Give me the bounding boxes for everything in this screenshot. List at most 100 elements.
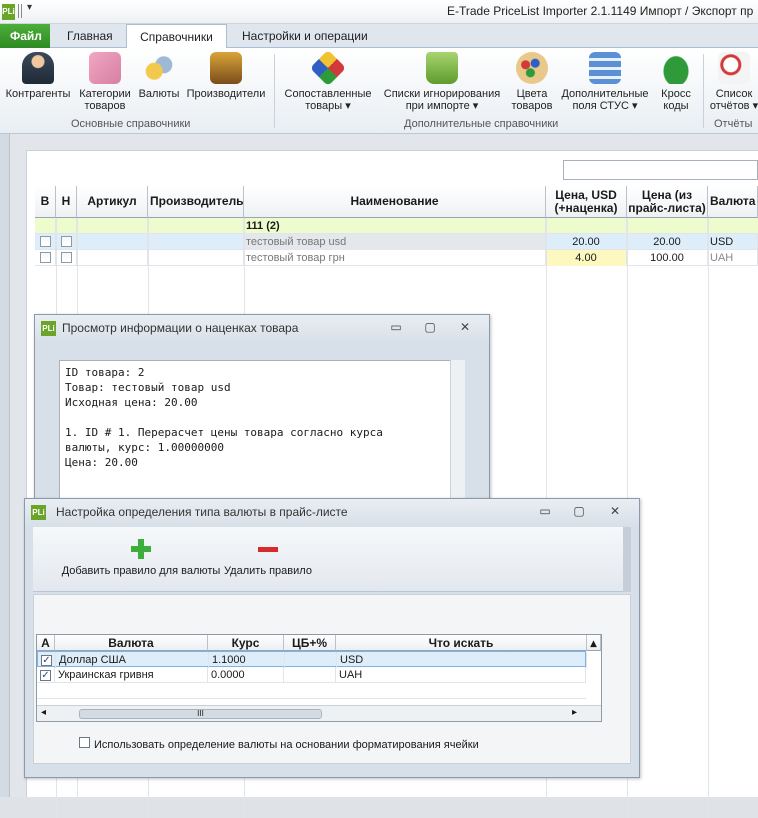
table-row[interactable]: тестовый товар usd 20.00 20.00 USD	[35, 234, 758, 250]
horizontal-scrollbar[interactable]: ◂ III ▸	[37, 705, 601, 721]
window-title: E-Trade PriceList Importer 2.1.1149 Импо…	[447, 4, 754, 18]
matched-goods-label: Сопоставленные товары ▾	[284, 88, 372, 112]
extra-fields-button[interactable]: Дополнительные поля СТУС ▾	[557, 52, 653, 112]
table-row[interactable]: ✓ Доллар США 1.1000 USD	[37, 651, 587, 668]
minimize-icon[interactable]: ▭	[535, 503, 555, 519]
cell	[35, 250, 56, 266]
toolbar-overflow[interactable]	[623, 527, 631, 592]
currency-rate[interactable]: 1.1000	[209, 652, 285, 668]
categories-button[interactable]: Категории товаров	[76, 52, 134, 112]
ribbon: Контрагенты Категории товаров Валюты Про…	[0, 48, 758, 134]
colors-button[interactable]: Цвета товаров	[509, 52, 555, 112]
manufacturers-button[interactable]: Производители	[183, 52, 269, 100]
use-formatting-checkbox[interactable]	[79, 737, 90, 748]
scroll-right-icon[interactable]: ▸	[572, 707, 577, 718]
row-checkbox[interactable]: ✓	[40, 670, 51, 681]
app-logo: PLi	[41, 321, 56, 336]
matched-goods-icon	[309, 49, 347, 87]
column-header-price-list[interactable]: Цена (из прайс-листа)	[627, 186, 708, 218]
price-list[interactable]: 20.00	[627, 234, 708, 250]
currency-rules-grid: А Валюта Курс ЦБ+% Что искать ▴ ✓ Доллар…	[36, 634, 602, 722]
quick-access-dropdown-icon[interactable]: ▾	[27, 2, 32, 13]
column-header-search[interactable]: Что искать	[336, 635, 587, 651]
cell: ✓	[38, 652, 56, 668]
cell	[148, 250, 244, 266]
close-icon[interactable]: ✕	[455, 319, 475, 335]
column-header-manufacturer[interactable]: Производитель	[148, 186, 244, 218]
row-checkbox-b[interactable]	[39, 236, 51, 247]
ignore-lists-button[interactable]: Списки игнорирования при импорте ▾	[377, 52, 507, 112]
currency-code[interactable]: UAH	[708, 250, 758, 266]
price-usd[interactable]: 20.00	[546, 234, 627, 250]
tab-dictionaries[interactable]: Справочники	[126, 24, 227, 49]
goods-name[interactable]: тестовый товар usd	[244, 234, 546, 250]
row-checkbox-n[interactable]	[60, 236, 72, 247]
column-header-rate[interactable]: Курс	[208, 635, 284, 651]
title-separator	[21, 4, 22, 18]
column-header-a[interactable]: А	[37, 635, 55, 651]
row-checkbox[interactable]: ✓	[41, 655, 52, 666]
row-checkbox-n[interactable]	[60, 252, 72, 263]
column-header-n[interactable]: Н	[56, 186, 77, 218]
contractors-icon	[22, 52, 54, 84]
price-usd[interactable]: 4.00	[546, 250, 627, 266]
currency-search[interactable]: USD	[337, 652, 587, 668]
currency-code[interactable]: USD	[708, 234, 758, 250]
delete-rule-label: Удалить правило	[224, 565, 312, 577]
column-header-article[interactable]: Артикул	[77, 186, 148, 218]
reports-button[interactable]: Список отчётов ▾	[706, 52, 758, 112]
column-header-cb[interactable]: ЦБ+%	[284, 635, 336, 651]
column-header-price-usd[interactable]: Цена, USD (+наценка)	[546, 186, 627, 218]
window-title-bar[interactable]: PLi Настройка определения типа валюты в …	[25, 499, 639, 527]
currency-rate[interactable]: 0.0000	[208, 667, 284, 683]
add-rule-button[interactable]: Добавить правило для валюты	[41, 539, 241, 577]
currencies-button[interactable]: Валюты	[137, 52, 181, 100]
cell	[148, 234, 244, 250]
window-title-bar[interactable]: PLi Просмотр информации о наценках товар…	[35, 315, 489, 343]
cell	[56, 234, 77, 250]
group-row[interactable]: 111 (2)	[35, 218, 758, 234]
column-header-currency[interactable]: Валюта	[708, 186, 758, 218]
cell: ✓	[37, 667, 55, 683]
table-row[interactable]: ✓ Украинская гривня 0.0000 UAH	[37, 667, 586, 683]
grid-line	[708, 218, 709, 818]
close-icon[interactable]: ✕	[605, 503, 625, 519]
scroll-thumb[interactable]: III	[79, 709, 322, 719]
add-rule-label: Добавить правило для валюты	[61, 565, 221, 577]
currency-search[interactable]: UAH	[336, 667, 586, 683]
currency-cb[interactable]	[285, 652, 337, 668]
currency-name[interactable]: Доллар США	[56, 652, 209, 668]
contractors-button[interactable]: Контрагенты	[2, 52, 74, 100]
use-formatting-option[interactable]: Использовать определение валюты на основ…	[79, 735, 479, 751]
filter-input[interactable]	[563, 160, 758, 180]
goods-name[interactable]: тестовый товар грн	[244, 250, 546, 266]
column-header-currency[interactable]: Валюта	[55, 635, 208, 651]
contractors-label: Контрагенты	[5, 88, 71, 100]
markup-info-text[interactable]: ID товара: 2 Товар: тестовый товар usd И…	[59, 360, 464, 505]
column-header-b[interactable]: В	[35, 186, 56, 218]
minimize-icon[interactable]: ▭	[386, 319, 406, 335]
ribbon-tabs: Файл Главная Справочники Настройки и опе…	[0, 24, 758, 49]
tab-settings[interactable]: Настройки и операции	[232, 24, 378, 48]
delete-rule-button[interactable]: Удалить правило	[218, 539, 318, 577]
vertical-scrollbar[interactable]	[450, 360, 465, 505]
currency-name[interactable]: Украинская гривня	[55, 667, 208, 683]
matched-goods-button[interactable]: Сопоставленные товары ▾	[281, 49, 375, 112]
table-row[interactable]: тестовый товар грн 4.00 100.00 UAH	[35, 250, 758, 266]
column-header-name[interactable]: Наименование	[244, 186, 546, 218]
cell	[77, 250, 148, 266]
restore-icon[interactable]: ▢	[420, 319, 440, 335]
ignore-lists-label: Списки игнорирования при импорте ▾	[383, 88, 501, 112]
tab-main[interactable]: Главная	[57, 24, 123, 48]
ignore-lists-icon	[426, 52, 458, 84]
cross-codes-button[interactable]: Кросс коды	[655, 52, 697, 112]
row-checkbox-b[interactable]	[39, 252, 51, 263]
cross-codes-icon	[660, 52, 692, 84]
restore-icon[interactable]: ▢	[569, 503, 589, 519]
scroll-up-icon[interactable]: ▴	[587, 635, 601, 651]
cell	[56, 218, 77, 234]
tab-file[interactable]: Файл	[0, 24, 50, 48]
price-list[interactable]: 100.00	[627, 250, 708, 266]
currency-cb[interactable]	[284, 667, 336, 683]
scroll-left-icon[interactable]: ◂	[41, 707, 46, 718]
